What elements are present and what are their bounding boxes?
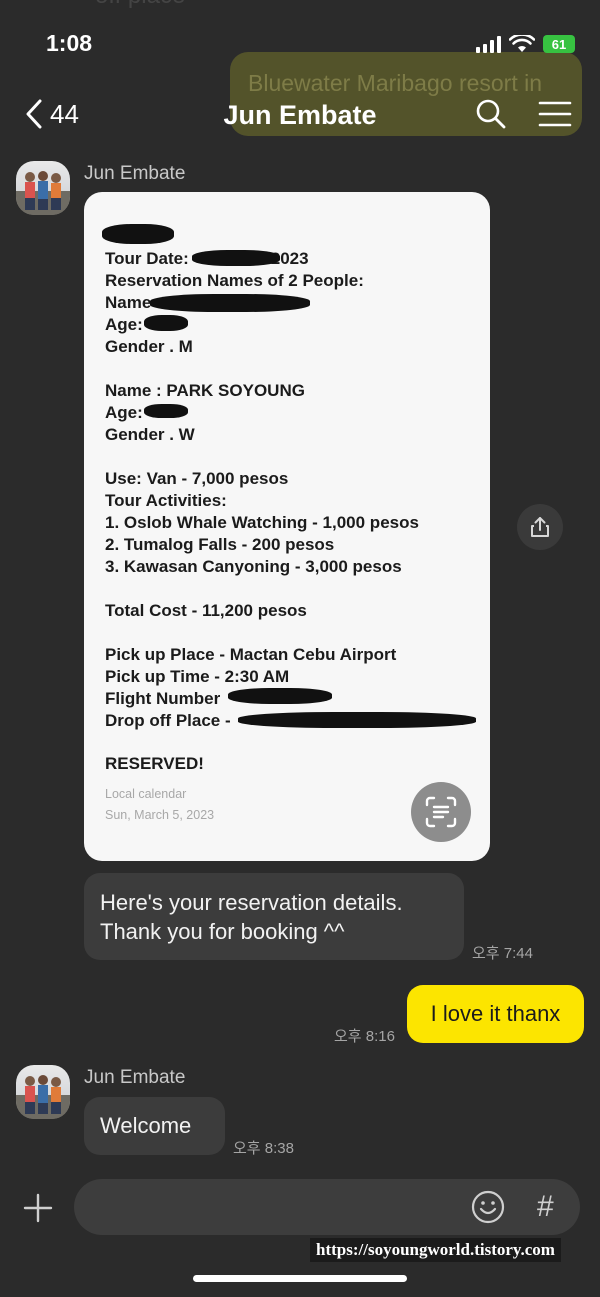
hashtag-icon: # [537, 1190, 554, 1223]
flight-number-line: Flight Number [105, 689, 221, 708]
redaction-mark [228, 688, 332, 704]
use-line: Use: Van - 7,000 pesos [105, 469, 289, 488]
signal-icon [476, 35, 501, 53]
message-time: 오후 8:16 [334, 1028, 395, 1045]
wifi-icon [509, 35, 535, 52]
chat-title: Jun Embate [223, 100, 377, 130]
tour-date-label: Tour Date: [105, 249, 189, 268]
activity-line: 1. Oslob Whale Watching - 1,000 pesos [105, 513, 419, 532]
message-text: I love it thanx [430, 1001, 561, 1026]
avatar[interactable] [16, 1065, 70, 1119]
pickup-place-line: Pick up Place - Mactan Cebu Airport [105, 645, 397, 664]
calendar-label: Local calendar [105, 787, 187, 801]
redaction-mark [150, 294, 310, 312]
share-icon [531, 517, 549, 537]
watermark: https://soyoungworld.tistory.com [310, 1238, 561, 1262]
message-text: Here's your reservation details. [100, 890, 403, 915]
hashtag-button[interactable]: # [537, 1190, 554, 1224]
message-text: Thank you for booking ^^ [100, 919, 345, 944]
emoji-icon [471, 1190, 505, 1224]
reservation-image[interactable]: Tour Date: 2023 Reservation Names of 2 Pe… [84, 192, 490, 861]
search-button[interactable] [475, 98, 507, 135]
gender2-line: Gender . W [105, 425, 195, 444]
text-scan-button[interactable] [411, 782, 471, 842]
chat-header: 44 Jun Embate [0, 88, 600, 148]
activity-line: 2. Tumalog Falls - 200 pesos [105, 535, 335, 554]
profile-photo [16, 171, 70, 215]
age2-line: Age: [105, 403, 143, 422]
my-message-bubble[interactable]: I love it thanx [407, 985, 584, 1043]
status-icons: 61 [476, 34, 575, 54]
plus-icon [23, 1193, 53, 1223]
calendar-date: Sun, March 5, 2023 [105, 808, 215, 822]
menu-button[interactable] [538, 100, 572, 133]
redaction-mark [192, 250, 280, 266]
redaction-mark [238, 712, 476, 728]
message-bubble[interactable]: Welcome [84, 1097, 225, 1155]
battery-icon: 61 [543, 35, 575, 53]
dropoff-line: Drop off Place - [105, 711, 231, 730]
battery-level: 61 [551, 36, 567, 52]
profile-photo [16, 1075, 70, 1119]
emoji-button[interactable] [470, 1189, 506, 1230]
name1-line: Name [105, 293, 152, 312]
attach-button[interactable] [22, 1192, 54, 1229]
redaction-mark [144, 315, 188, 331]
redaction-mark [102, 224, 174, 244]
share-button[interactable] [517, 504, 563, 550]
reservation-names-line: Reservation Names of 2 People: [105, 271, 364, 290]
avatar[interactable] [16, 161, 70, 215]
message-time: 오후 7:44 [472, 945, 533, 962]
reserved-line: RESERVED! [105, 754, 204, 773]
pickup-time-line: Pick up Time - 2:30 AM [105, 667, 290, 686]
name2-line: Name : PARK SOYOUNG [105, 381, 305, 400]
total-cost-line: Total Cost - 11,200 pesos [105, 601, 307, 620]
gender1-line: Gender . M [105, 337, 193, 356]
search-icon [476, 99, 506, 129]
hamburger-menu-icon [538, 101, 572, 127]
message-bubble[interactable]: Here's your reservation details. Thank y… [84, 873, 464, 960]
age1-line: Age: [105, 315, 143, 334]
home-indicator[interactable] [193, 1275, 407, 1282]
tour-activities-line: Tour Activities: [105, 491, 227, 510]
activity-line: 3. Kawasan Canyoning - 3,000 pesos [105, 557, 402, 576]
sender-name: Jun Embate [84, 163, 186, 184]
message-time: 오후 8:38 [233, 1140, 294, 1157]
text-scan-icon [425, 796, 457, 828]
message-text: Welcome [100, 1113, 192, 1138]
status-time: 1:08 [46, 30, 93, 56]
sender-name: Jun Embate [84, 1067, 186, 1088]
redaction-mark [144, 404, 188, 418]
status-bar: 1:08 61 [0, 0, 600, 88]
